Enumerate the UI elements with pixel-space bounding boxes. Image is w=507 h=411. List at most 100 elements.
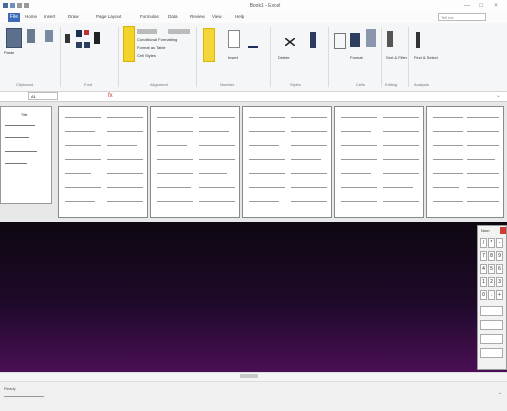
text-line (467, 131, 499, 132)
key-backspace[interactable] (480, 320, 503, 330)
border-icon[interactable] (84, 42, 90, 48)
text-line (199, 117, 235, 118)
left-pane[interactable]: Title (0, 106, 52, 204)
close-button[interactable]: × (491, 2, 501, 10)
key-6[interactable]: 6 (496, 264, 503, 274)
format-label[interactable]: Format (350, 55, 363, 60)
paste-icon[interactable] (6, 28, 22, 48)
tab-file[interactable]: File (8, 13, 20, 22)
key-0[interactable]: 0 (480, 290, 487, 300)
analyze-data-icon[interactable] (416, 32, 420, 48)
text-line (249, 187, 285, 188)
key-9[interactable]: 9 (496, 251, 503, 261)
numeric-keypad[interactable]: Num / * - 7 8 9 4 5 6 1 2 3 0 . + (477, 225, 507, 370)
redo-icon[interactable] (24, 3, 29, 8)
highlight-icon[interactable] (84, 30, 89, 35)
text-line (107, 145, 137, 146)
status-line (4, 396, 44, 397)
cut-icon[interactable] (27, 29, 35, 43)
merge-icon[interactable] (168, 29, 190, 34)
search-input[interactable]: Tell me (438, 13, 486, 21)
text-line (157, 117, 193, 118)
percent-icon[interactable] (228, 30, 240, 48)
font-color-icon[interactable] (76, 30, 82, 37)
text-line (107, 131, 143, 132)
text-line (291, 117, 327, 118)
key-7[interactable]: 7 (480, 251, 487, 261)
expand-formula-icon[interactable]: ⌄ (496, 92, 504, 100)
format-table-label[interactable]: Format as Table (137, 45, 166, 50)
copy-icon[interactable] (45, 30, 53, 42)
key-5[interactable]: 5 (488, 264, 495, 274)
tab-help[interactable]: Help (235, 14, 244, 19)
table-icon[interactable] (334, 33, 346, 49)
sort-filter-label[interactable]: Sort & Filter (386, 55, 407, 60)
key-enter[interactable] (480, 306, 503, 316)
tab-insert[interactable]: Insert (44, 14, 55, 19)
text-line (107, 173, 143, 174)
key-plus[interactable]: + (496, 290, 503, 300)
key-4[interactable]: 4 (480, 264, 487, 274)
delete-label[interactable]: Delete (278, 55, 290, 60)
paste-button-label[interactable]: Paste (4, 50, 14, 55)
format-icon[interactable] (310, 32, 316, 48)
fx-icon[interactable]: fx (108, 92, 114, 100)
text-line (107, 201, 143, 202)
delete-icon[interactable] (284, 37, 296, 47)
sort-filter-icon[interactable] (387, 31, 393, 47)
comma-icon[interactable] (248, 30, 258, 48)
minimize-button[interactable]: — (462, 2, 472, 10)
cond-format-label[interactable]: Conditional Formatting (137, 37, 177, 42)
text-line (199, 145, 235, 146)
chevron-down-icon[interactable]: ⌄ (498, 390, 502, 396)
save-icon[interactable] (10, 3, 15, 8)
group-label-analysis: Analysis (414, 82, 429, 87)
cell-styles-label[interactable]: Cell Styles (137, 53, 156, 58)
chart-icon[interactable] (366, 29, 376, 47)
text-line (467, 117, 499, 118)
bold-icon[interactable] (65, 34, 70, 43)
grid-icon[interactable] (350, 33, 360, 47)
text-line (467, 201, 499, 202)
underline-icon[interactable] (76, 42, 82, 48)
undo-icon[interactable] (17, 3, 22, 8)
find-select-label[interactable]: Find & Select (414, 55, 438, 60)
tab-formulas[interactable]: Formulas (140, 14, 159, 19)
key-dot[interactable]: . (488, 290, 495, 300)
tab-draw[interactable]: Draw (68, 14, 79, 19)
page-thumbnail[interactable] (58, 106, 148, 218)
page-thumbnail[interactable] (426, 106, 504, 218)
page-thumbnail[interactable] (242, 106, 332, 218)
tab-view[interactable]: View (212, 14, 222, 19)
group-label-styles: Styles (290, 82, 301, 87)
close-icon[interactable] (500, 227, 506, 234)
key-2[interactable]: 2 (488, 277, 495, 287)
insert-label[interactable]: Insert (228, 55, 238, 60)
tab-page-layout[interactable]: Page Layout (96, 14, 121, 19)
format-table-icon[interactable] (137, 29, 157, 34)
group-label-font: Font (84, 82, 93, 87)
text-line (65, 201, 95, 202)
name-box[interactable]: A1 (28, 92, 58, 100)
page-thumbnail[interactable] (150, 106, 240, 218)
text-line (291, 201, 327, 202)
font-size-icon[interactable] (94, 32, 100, 44)
scrollbar-thumb[interactable] (240, 374, 258, 378)
tab-data[interactable]: Data (168, 14, 178, 19)
key-tab[interactable] (480, 334, 503, 344)
conditional-formatting-icon[interactable] (123, 26, 135, 62)
page-thumbnail[interactable] (334, 106, 424, 218)
key-8[interactable]: 8 (488, 251, 495, 261)
key-multiply[interactable]: * (488, 238, 495, 248)
maximize-button[interactable]: □ (476, 2, 486, 10)
key-1[interactable]: 1 (480, 277, 487, 287)
key-divide[interactable]: / (480, 238, 487, 248)
key-3[interactable]: 3 (496, 277, 503, 287)
key-clear[interactable] (480, 348, 503, 358)
tab-review[interactable]: Review (190, 14, 205, 19)
tab-home[interactable]: Home (25, 14, 37, 19)
text-line (107, 159, 143, 160)
number-format-icon[interactable] (203, 28, 215, 62)
text-line (433, 159, 463, 160)
key-minus[interactable]: - (496, 238, 503, 248)
